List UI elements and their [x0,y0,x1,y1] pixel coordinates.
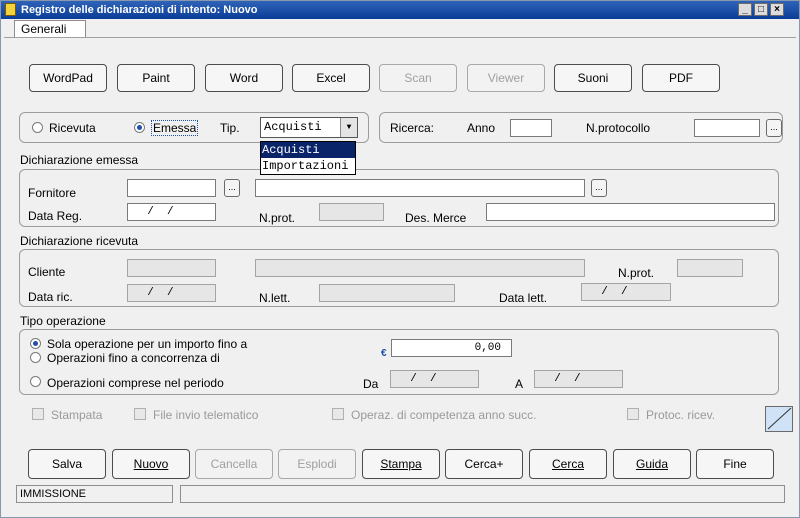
wordpad-button[interactable]: WordPad [29,64,107,92]
opt-periodo-radio[interactable] [30,376,41,387]
tip-select[interactable]: Acquisti ▼ [260,117,358,138]
chevron-down-icon[interactable]: ▼ [340,118,357,137]
opt-importo-radio[interactable] [30,338,41,349]
da-label: Da [363,377,379,391]
stampata-label: Stampata [51,408,103,422]
fornitore-lookup-button[interactable]: ... [224,179,240,197]
anno-input[interactable] [510,119,552,137]
nlett-label: N.lett. [259,291,291,305]
nuovo-button[interactable]: Nuovo [112,449,190,479]
app-window: Registro delle dichiarazioni di intento:… [0,0,800,518]
stampata-checkbox[interactable] [32,408,44,420]
file-invio-checkbox[interactable] [134,408,146,420]
viewer-button[interactable]: Viewer [467,64,545,92]
window-title: Registro delle dichiarazioni di intento:… [21,4,258,16]
status-message [180,485,785,503]
nlett-input [319,284,455,302]
datareg-input[interactable]: / / [127,203,216,221]
word-button[interactable]: Word [205,64,283,92]
desmerce-label: Des. Merce [405,211,467,225]
importo-input[interactable]: 0,00 [391,339,512,357]
desmerce-input[interactable] [486,203,775,221]
status-mode: IMMISSIONE [16,485,173,503]
a-label: A [515,377,524,391]
paint-button[interactable]: Paint [117,64,195,92]
dataric-input: / / [127,284,216,302]
datalett-label: Data lett. [499,291,548,305]
anno-label: Anno [467,121,496,135]
protoc-label: Protoc. ricev. [646,408,716,422]
pdf-button[interactable]: PDF [642,64,720,92]
option-acquisti[interactable]: Acquisti [261,142,355,158]
operaz-label: Operaz. di competenza anno succ. [351,408,537,422]
cliente-code-input [127,259,216,277]
search-protocollo-button[interactable]: ... [766,119,782,137]
option-importazioni[interactable]: Importazioni [261,158,355,174]
datalett-input: / / [581,283,671,301]
opt-periodo-label: Operazioni comprese nel periodo [47,376,224,390]
close-button[interactable]: × [770,3,784,16]
tip-label: Tip. [220,121,240,135]
ricevuta-nprot-input [677,259,743,277]
ricevuta-nprot-label: N.prot. [618,266,655,280]
maximize-button[interactable]: □ [754,3,768,16]
emessa-label: Emessa [151,120,199,136]
emessa-section-title: Dichiarazione emessa [20,153,139,167]
ricevuta-section-title: Dichiarazione ricevuta [20,234,139,248]
title-bar: Registro delle dichiarazioni di intento:… [1,1,799,19]
resize-corner-icon [765,406,793,432]
fine-button[interactable]: Fine [696,449,774,479]
emessa-radio[interactable] [134,122,145,133]
ricevuta-label: Ricevuta [49,121,96,135]
opt-importo-label: Sola operazione per un importo fino a [47,337,248,351]
datareg-label: Data Reg. [28,209,83,223]
nprotocollo-input[interactable] [694,119,760,137]
euro-icon: € [381,348,387,359]
cliente-name-input [255,259,585,277]
tab-generali[interactable]: Generali [14,20,86,38]
guida-button[interactable]: Guida [613,449,691,479]
suoni-button[interactable]: Suoni [554,64,632,92]
ricerca-label: Ricerca: [390,121,435,135]
fornitore-name-input[interactable] [255,179,585,197]
tip-dropdown: Acquisti Importazioni [260,141,356,175]
app-icon [5,3,16,16]
cerca-plus-button[interactable]: Cerca+ [445,449,523,479]
cancella-button[interactable]: Cancella [195,449,273,479]
opt-concorrenza-label: Operazioni fino a concorrenza di [47,351,220,365]
fornitore-code-input[interactable] [127,179,216,197]
scan-button[interactable]: Scan [379,64,457,92]
nprotocollo-label: N.protocollo [586,121,651,135]
fornitore-label: Fornitore [28,186,77,200]
cliente-label: Cliente [28,265,66,279]
esplodi-button[interactable]: Esplodi [278,449,356,479]
dataric-label: Data ric. [28,290,73,304]
opt-concorrenza-radio[interactable] [30,352,41,363]
salva-button[interactable]: Salva [28,449,106,479]
excel-button[interactable]: Excel [292,64,370,92]
ricevuta-radio[interactable] [32,122,43,133]
cerca-button[interactable]: Cerca [529,449,607,479]
stampa-button[interactable]: Stampa [362,449,440,479]
protoc-checkbox[interactable] [627,408,639,420]
emessa-nprot-label: N.prot. [259,211,296,225]
fornitore-name-lookup-button[interactable]: ... [591,179,607,197]
da-input: / / [390,370,479,388]
minimize-button[interactable]: _ [738,3,752,16]
file-invio-label: File invio telematico [153,408,259,422]
emessa-nprot-input [319,203,384,221]
a-input: / / [534,370,623,388]
tip-select-value: Acquisti [264,120,322,134]
operazione-section-title: Tipo operazione [20,314,106,328]
operaz-checkbox[interactable] [332,408,344,420]
